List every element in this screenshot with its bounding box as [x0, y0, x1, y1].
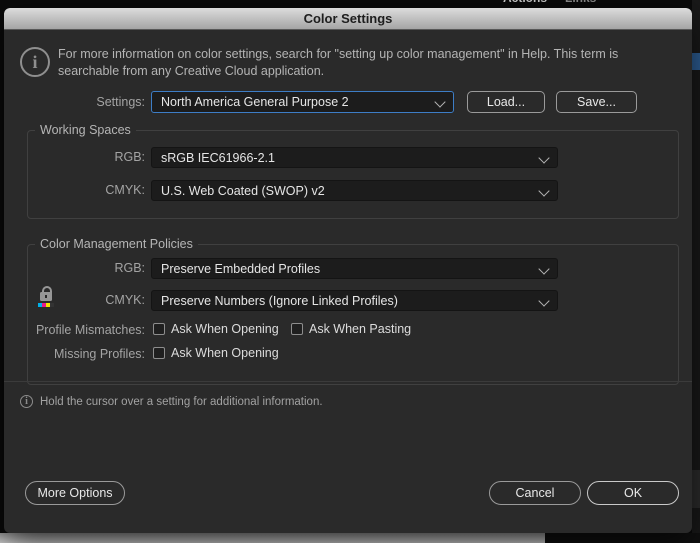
settings-label: Settings:	[4, 95, 145, 109]
chevron-down-icon	[538, 152, 549, 163]
pol-cmyk-label: CMYK:	[4, 293, 145, 307]
background-statusbar-light	[0, 533, 545, 543]
background-panel-tabs: Actions Links	[503, 0, 643, 6]
pol-rgb-value: Preserve Embedded Profiles	[161, 262, 320, 276]
save-button[interactable]: Save...	[556, 91, 637, 113]
hint-text: Hold the cursor over a setting for addit…	[40, 395, 323, 409]
background-panel-fragment	[692, 470, 700, 508]
color-settings-dialog: Color Settings i For more information on…	[4, 8, 692, 533]
ask-when-pasting-label: Ask When Pasting	[309, 321, 411, 337]
policies-legend: Color Management Policies	[35, 237, 198, 251]
background-statusbar-dark	[545, 533, 700, 543]
screen: Actions Links Color Settings i For more …	[0, 0, 700, 543]
ok-button[interactable]: OK	[587, 481, 679, 505]
missing-profiles-label: Missing Profiles:	[4, 347, 145, 361]
settings-select[interactable]: North America General Purpose 2	[151, 91, 454, 113]
cancel-button[interactable]: Cancel	[489, 481, 581, 505]
missing-ask-when-opening-label: Ask When Opening	[171, 345, 279, 361]
ask-when-opening-checkbox[interactable]	[153, 323, 165, 335]
background-panel-strip	[692, 0, 700, 543]
chevron-down-icon	[538, 295, 549, 306]
pol-rgb-select[interactable]: Preserve Embedded Profiles	[151, 258, 558, 279]
ask-when-pasting-checkbox[interactable]	[291, 323, 303, 335]
dialog-title: Color Settings	[304, 11, 393, 26]
ws-rgb-value: sRGB IEC61966-2.1	[161, 151, 275, 165]
ask-when-opening-label: Ask When Opening	[171, 321, 279, 337]
ws-cmyk-select[interactable]: U.S. Web Coated (SWOP) v2	[151, 180, 558, 201]
load-button[interactable]: Load...	[467, 91, 545, 113]
ws-rgb-select[interactable]: sRGB IEC61966-2.1	[151, 147, 558, 168]
hint-info-icon: i	[20, 395, 33, 408]
pol-cmyk-select[interactable]: Preserve Numbers (Ignore Linked Profiles…	[151, 290, 558, 311]
divider	[4, 381, 692, 382]
dialog-titlebar: Color Settings	[4, 8, 692, 30]
chevron-down-icon	[538, 263, 549, 274]
banner-line1: For more information on color settings, …	[58, 46, 678, 63]
info-icon: i	[20, 47, 50, 77]
ws-cmyk-value: U.S. Web Coated (SWOP) v2	[161, 184, 325, 198]
tab-links[interactable]: Links	[565, 0, 596, 5]
ws-rgb-label: RGB:	[4, 150, 145, 164]
tab-actions[interactable]: Actions	[503, 0, 547, 5]
profile-mismatches-label: Profile Mismatches:	[4, 323, 145, 337]
more-options-button[interactable]: More Options	[25, 481, 125, 505]
banner-text: For more information on color settings, …	[58, 46, 678, 79]
banner-line2: searchable from any Creative Cloud appli…	[58, 63, 678, 80]
working-spaces-legend: Working Spaces	[35, 123, 136, 137]
pol-cmyk-value: Preserve Numbers (Ignore Linked Profiles…	[161, 294, 398, 308]
chevron-down-icon	[434, 96, 445, 107]
working-spaces-group	[27, 130, 679, 219]
missing-ask-when-opening-checkbox[interactable]	[153, 347, 165, 359]
pol-rgb-label: RGB:	[4, 261, 145, 275]
settings-value: North America General Purpose 2	[161, 95, 349, 109]
chevron-down-icon	[538, 185, 549, 196]
ws-cmyk-label: CMYK:	[4, 183, 145, 197]
background-selection-fragment	[692, 53, 700, 70]
